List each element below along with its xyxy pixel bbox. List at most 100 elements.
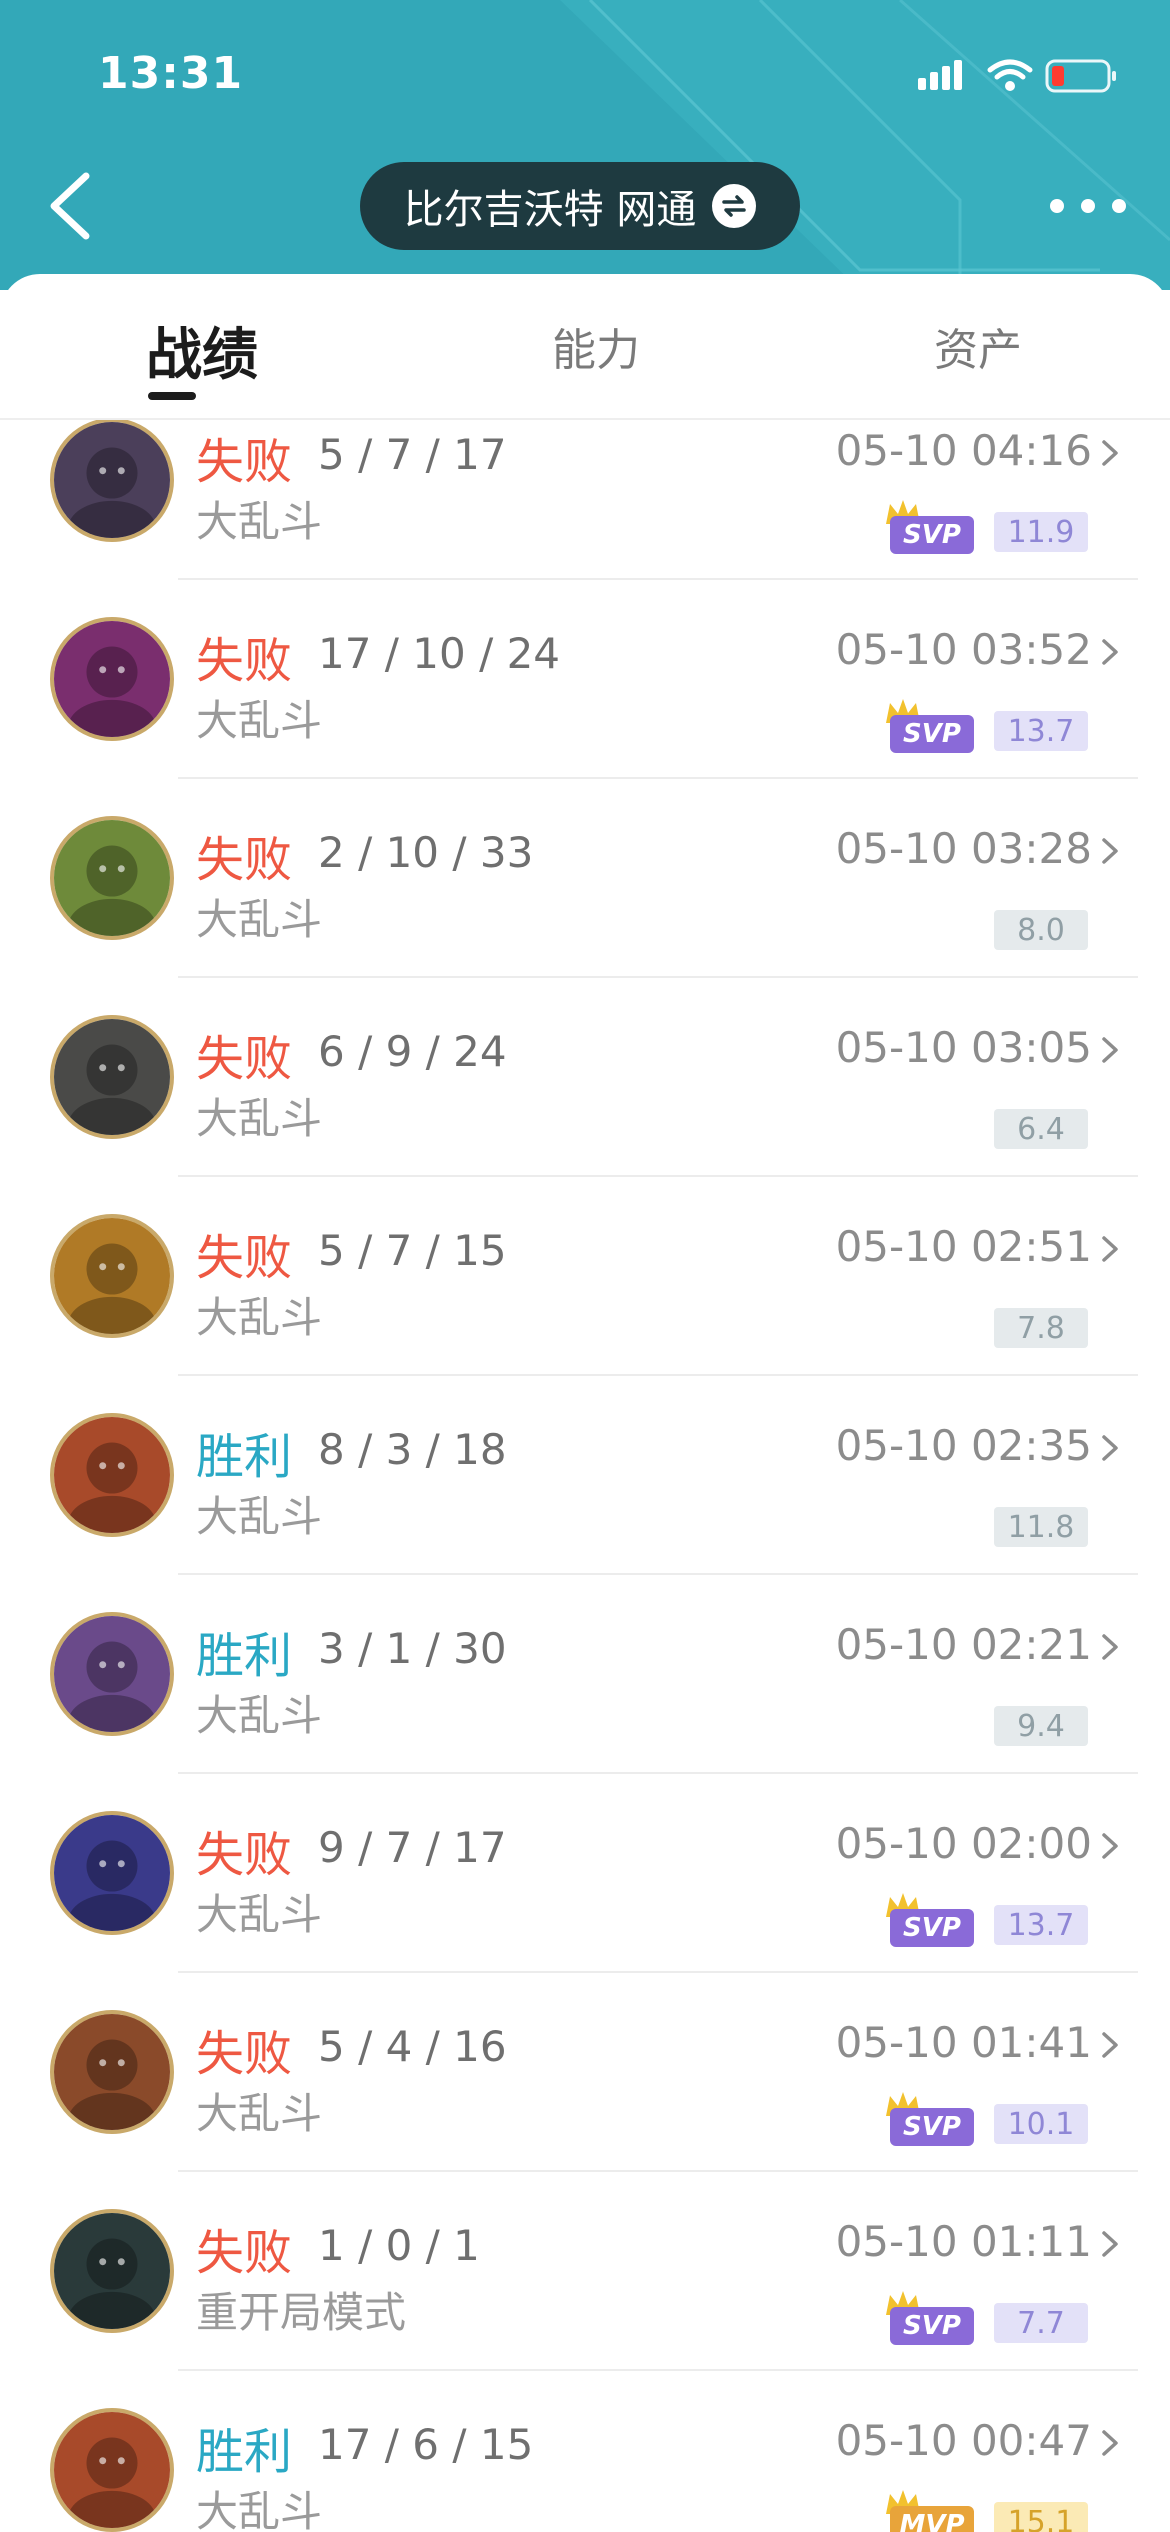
match-kda: 2 / 10 / 33 <box>318 828 534 877</box>
match-row[interactable]: 失败 6 / 9 / 24 大乱斗 05-10 03:05 6.4 <box>0 977 1170 1177</box>
match-time: 05-10 01:11 <box>835 2217 1092 2266</box>
back-icon[interactable] <box>44 168 100 244</box>
match-list[interactable]: 失败 5 / 7 / 17 大乱斗 05-10 04:16 SVP 11.9 失… <box>0 420 1170 2532</box>
match-result: 失败 <box>196 434 293 490</box>
svp-badge: SVP <box>884 1891 980 1949</box>
match-time: 05-10 01:41 <box>835 2018 1092 2067</box>
champion-portrait-icon <box>54 1019 170 1135</box>
svp-badge: SVP <box>884 2090 980 2148</box>
match-row[interactable]: 失败 2 / 10 / 33 大乱斗 05-10 03:28 8.0 <box>0 778 1170 978</box>
wifi-icon <box>987 59 1033 91</box>
badge-label: MVP <box>890 2506 974 2532</box>
header: 13:31 比尔吉沃特 网通 <box>0 0 1170 290</box>
chevron-right-icon <box>1102 2430 1118 2456</box>
champion-avatar <box>50 1413 174 1537</box>
swap-icon <box>712 184 757 228</box>
match-time: 05-10 02:35 <box>835 1421 1092 1470</box>
champion-portrait-icon <box>54 621 170 737</box>
match-time: 05-10 02:21 <box>835 1620 1092 1669</box>
match-score: 8.0 <box>994 910 1088 950</box>
badge-label: SVP <box>890 516 974 554</box>
match-result: 失败 <box>196 832 293 888</box>
match-mode: 大乱斗 <box>196 895 323 944</box>
match-mode: 大乱斗 <box>196 1293 323 1342</box>
match-row[interactable]: 失败 5 / 7 / 17 大乱斗 05-10 04:16 SVP 11.9 <box>0 420 1170 580</box>
chevron-right-icon <box>1102 1236 1118 1262</box>
chevron-right-icon <box>1102 2231 1118 2257</box>
match-kda: 1 / 0 / 1 <box>318 2221 480 2270</box>
badge-label: SVP <box>890 1909 974 1947</box>
match-kda: 5 / 4 / 16 <box>318 2022 507 2071</box>
match-time: 05-10 02:00 <box>835 1819 1092 1868</box>
champion-portrait-icon <box>54 2412 170 2528</box>
signal-icon <box>918 60 962 90</box>
champion-portrait-icon <box>54 1616 170 1732</box>
champion-portrait-icon <box>54 1218 170 1334</box>
match-score: 13.7 <box>994 1905 1088 1945</box>
match-score: 7.8 <box>994 1308 1088 1348</box>
champion-portrait-icon <box>54 2213 170 2329</box>
match-result: 失败 <box>196 633 293 689</box>
server-name: 比尔吉沃特 网通 <box>403 187 697 233</box>
chevron-right-icon <box>1102 1435 1118 1461</box>
badge-label: SVP <box>890 2108 974 2146</box>
match-kda: 6 / 9 / 24 <box>318 1027 507 1076</box>
match-result: 失败 <box>196 1230 293 1286</box>
badge-label: SVP <box>890 2307 974 2345</box>
match-result: 失败 <box>196 2225 293 2281</box>
match-result: 失败 <box>196 1031 293 1087</box>
match-row[interactable]: 失败 9 / 7 / 17 大乱斗 05-10 02:00 SVP 13.7 <box>0 1773 1170 1973</box>
more-icon[interactable] <box>1050 186 1126 226</box>
match-row[interactable]: 失败 17 / 10 / 24 大乱斗 05-10 03:52 SVP 13.7 <box>0 579 1170 779</box>
match-score: 11.9 <box>994 512 1088 552</box>
tab-ability[interactable]: 能力 <box>552 314 640 378</box>
match-mode: 大乱斗 <box>196 1890 323 1939</box>
match-row[interactable]: 胜利 8 / 3 / 18 大乱斗 05-10 02:35 11.8 <box>0 1375 1170 1575</box>
match-time: 05-10 03:52 <box>835 625 1092 674</box>
server-switch-button[interactable]: 比尔吉沃特 网通 <box>360 162 800 250</box>
champion-avatar <box>50 2010 174 2134</box>
match-time: 05-10 03:28 <box>835 824 1092 873</box>
champion-avatar <box>50 420 174 542</box>
match-mode: 大乱斗 <box>196 497 323 546</box>
match-row[interactable]: 失败 5 / 4 / 16 大乱斗 05-10 01:41 SVP 10.1 <box>0 1972 1170 2172</box>
champion-portrait-icon <box>54 2014 170 2130</box>
status-icons <box>918 59 1116 93</box>
champion-avatar <box>50 816 174 940</box>
svp-badge: SVP <box>884 2289 980 2347</box>
champion-avatar <box>50 2408 174 2532</box>
champion-avatar <box>50 1612 174 1736</box>
tab-active-indicator <box>148 392 196 400</box>
match-result: 胜利 <box>196 1628 293 1684</box>
match-row[interactable]: 失败 1 / 0 / 1 重开局模式 05-10 01:11 SVP 7.7 <box>0 2171 1170 2371</box>
tab-record[interactable]: 战绩 <box>146 310 258 391</box>
status-time: 13:31 <box>98 48 244 99</box>
match-mode: 重开局模式 <box>196 2288 407 2337</box>
match-mode: 大乱斗 <box>196 1492 323 1541</box>
champion-portrait-icon <box>54 1815 170 1931</box>
champion-avatar <box>50 1811 174 1935</box>
match-time: 05-10 00:47 <box>835 2416 1092 2465</box>
champion-avatar <box>50 617 174 741</box>
chevron-right-icon <box>1102 440 1118 466</box>
chevron-right-icon <box>1102 639 1118 665</box>
match-row[interactable]: 失败 5 / 7 / 15 大乱斗 05-10 02:51 7.8 <box>0 1176 1170 1376</box>
match-row[interactable]: 胜利 3 / 1 / 30 大乱斗 05-10 02:21 9.4 <box>0 1574 1170 1774</box>
match-score: 7.7 <box>994 2303 1088 2343</box>
match-score: 9.4 <box>994 1706 1088 1746</box>
match-row[interactable]: 胜利 17 / 6 / 15 大乱斗 05-10 00:47 MVP 15.1 <box>0 2370 1170 2532</box>
battery-icon <box>1045 59 1116 93</box>
match-mode: 大乱斗 <box>196 1094 323 1143</box>
tab-assets[interactable]: 资产 <box>934 314 1022 378</box>
badge-label: SVP <box>890 715 974 753</box>
champion-avatar <box>50 1214 174 1338</box>
champion-portrait-icon <box>54 820 170 936</box>
match-score: 10.1 <box>994 2104 1088 2144</box>
match-kda: 17 / 10 / 24 <box>318 629 561 678</box>
svp-badge: SVP <box>884 697 980 755</box>
match-score: 11.8 <box>994 1507 1088 1547</box>
match-score: 13.7 <box>994 711 1088 751</box>
chevron-right-icon <box>1102 1833 1118 1859</box>
match-kda: 5 / 7 / 15 <box>318 1226 507 1275</box>
match-result: 失败 <box>196 1827 293 1883</box>
